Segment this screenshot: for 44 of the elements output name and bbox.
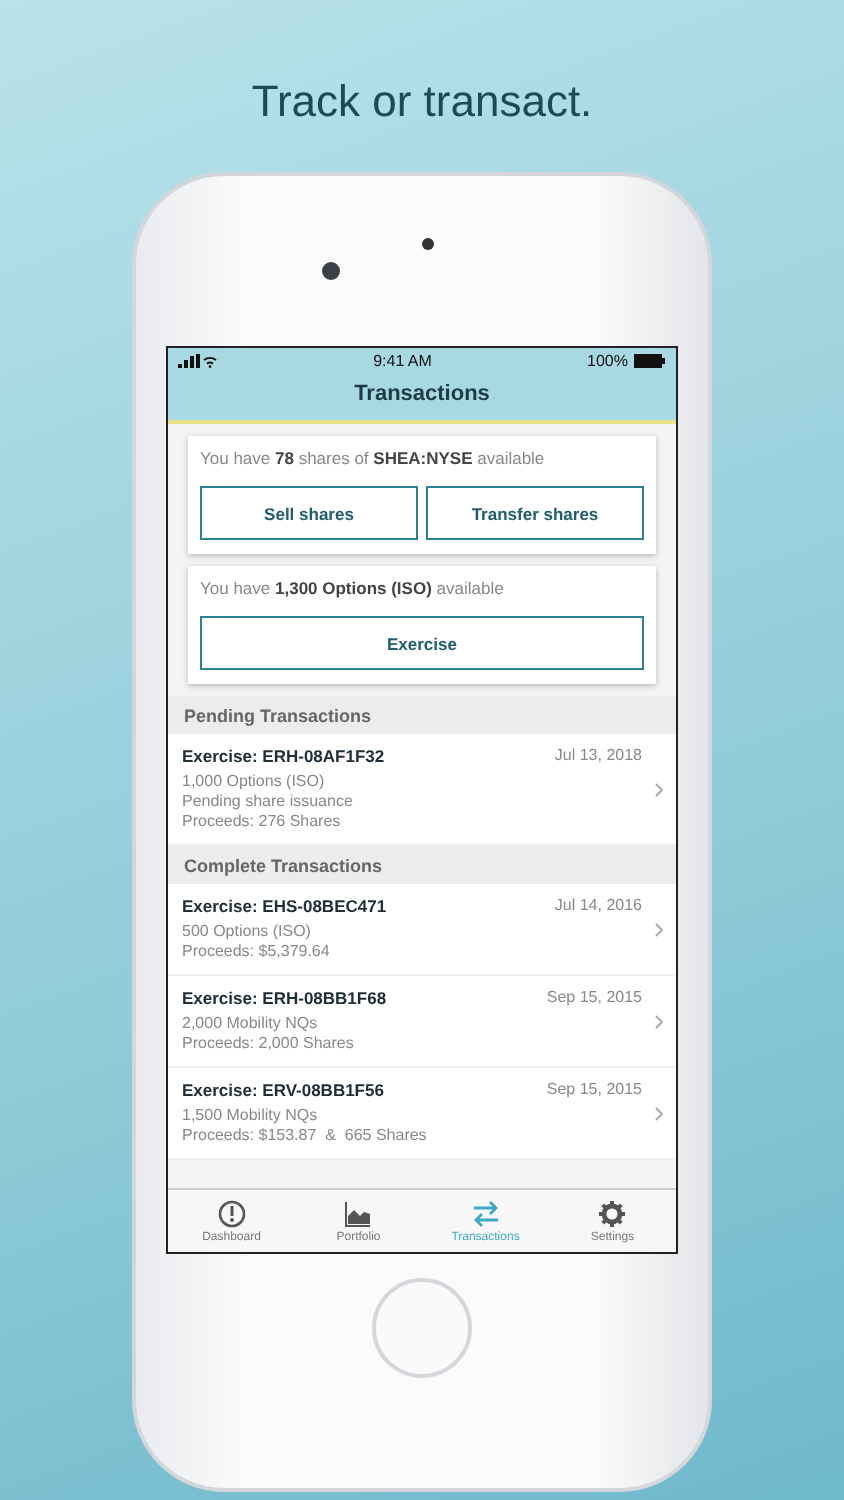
transaction-date: Jul 14, 2016 [554, 896, 642, 916]
transaction-title: Exercise: ERV-08BB1F56 [182, 1080, 384, 1100]
holding-text: You have 78 shares of SHEA:NYSE available [200, 448, 547, 468]
transaction-detail: Proceeds: 2,000 Shares [182, 1034, 356, 1054]
transaction-detail: Proceeds: 276 Shares [182, 812, 343, 832]
transaction-detail: 500 Options (ISO) [182, 922, 313, 942]
chevron-icon [654, 921, 664, 937]
transaction-row[interactable]: Exercise: EHS-08BEC471 Jul 14, 2016 500 Options (ISO) Proceeds: $5,379.64 [168, 884, 676, 976]
transaction-date: Sep 15, 2015 [546, 1080, 642, 1100]
chevron-icon [654, 1105, 664, 1121]
transaction-title: Exercise: ERH-08BB1F68 [182, 988, 387, 1008]
transaction-detail: Proceeds: $5,379.64 [182, 942, 332, 962]
section-header: Complete Transactions [168, 846, 676, 884]
area-chart-icon [344, 1199, 373, 1227]
transaction-title: Exercise: ERH-08AF1F32 [182, 746, 385, 766]
action-button[interactable]: Transfer shares [426, 486, 644, 540]
transaction-detail: 1,000 Options (ISO) [182, 772, 327, 792]
transaction-title: Exercise: EHS-08BEC471 [182, 896, 387, 916]
transaction-detail: Pending share issuance [182, 792, 355, 812]
transaction-detail: 1,500 Mobility NQs [182, 1106, 320, 1126]
settings-icon [598, 1199, 627, 1227]
transaction-detail: 2,000 Mobility NQs [182, 1014, 320, 1034]
action-button[interactable]: Sell shares [200, 486, 418, 540]
action-button[interactable]: Exercise [200, 616, 644, 670]
signal-wifi-icon [178, 354, 218, 368]
status-time: 9:41 AM [373, 352, 432, 370]
battery-percent: 100% [587, 352, 628, 370]
transaction-detail: Proceeds: $153.87 & 665 Shares [182, 1126, 429, 1146]
transaction-date: Sep 15, 2015 [546, 988, 642, 1008]
transaction-date: Jul 13, 2018 [554, 746, 642, 766]
section-header: Pending Transactions [168, 696, 676, 734]
transaction-row[interactable]: Exercise: ERV-08BB1F56 Sep 15, 2015 1,500 Mobility NQs Proceeds: $153.87 & 665 Shares [168, 1068, 676, 1160]
camera-icon [422, 238, 434, 250]
home-button[interactable] [372, 1278, 472, 1378]
swap-arrows-icon [471, 1199, 500, 1227]
transaction-row[interactable]: Exercise: ERH-08AF1F32 Jul 13, 2018 1,000 Options (ISO) Pending share issuance Proceeds: 276 Shares [168, 734, 676, 846]
screen-title: Transactions [352, 380, 492, 410]
transaction-row[interactable]: Exercise: ERH-08BB1F68 Sep 15, 2015 2,000 Mobility NQs Proceeds: 2,000 Shares [168, 976, 676, 1068]
chevron-icon [654, 781, 664, 797]
headline: Track or transact. [251, 76, 593, 128]
lens-icon [322, 262, 340, 280]
battery-icon [633, 354, 666, 368]
chevron-icon [654, 1013, 664, 1029]
holding-text: You have 1,300 Options (ISO) available [200, 578, 506, 598]
